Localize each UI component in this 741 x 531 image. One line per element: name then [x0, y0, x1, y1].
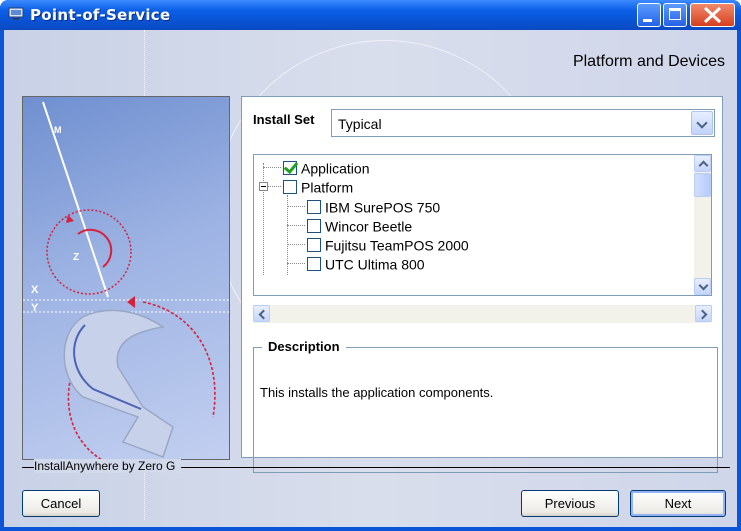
tree-item-utc-ultima[interactable]: UTC Ultima 800	[307, 255, 425, 273]
axis-label-z: Z	[73, 252, 80, 263]
install-set-label: Install Set	[253, 112, 315, 127]
wrench-illustration	[23, 101, 229, 459]
tree-item-ibm-surepos[interactable]: IBM SurePOS 750	[307, 198, 440, 216]
cancel-button[interactable]: Cancel	[22, 490, 100, 517]
tree-item-label: UTC Ultima 800	[325, 256, 425, 273]
window-title: Point-of-Service	[30, 6, 171, 24]
maximize-icon	[669, 8, 681, 20]
checkbox[interactable]	[307, 219, 321, 234]
description-box: Description This installs the applicatio…	[253, 339, 718, 473]
tree-item-fujitsu-teampos[interactable]: Fujitsu TeamPOS 2000	[307, 236, 469, 254]
chevron-down-icon	[698, 280, 709, 291]
vendor-label: InstallAnywhere by Zero G	[34, 459, 182, 473]
checkbox[interactable]	[307, 238, 321, 253]
tree-guide-line	[263, 163, 264, 275]
scroll-right-button[interactable]	[695, 305, 712, 322]
description-title: Description	[262, 339, 346, 354]
previous-button[interactable]: Previous	[521, 490, 619, 517]
next-button[interactable]: Next	[630, 490, 726, 517]
tree-item-label: IBM SurePOS 750	[325, 199, 441, 216]
install-set-dropdown[interactable]: Typical	[331, 109, 715, 137]
scroll-left-button[interactable]	[253, 305, 270, 322]
tree-vertical-scrollbar[interactable]	[694, 155, 711, 295]
scroll-down-button[interactable]	[694, 278, 711, 295]
tree-item-platform[interactable]: Platform	[283, 178, 353, 196]
chevron-down-icon[interactable]	[691, 111, 713, 135]
tree-guide-line	[287, 225, 305, 226]
side-illustration: M Z X Y	[22, 96, 230, 460]
step-title: Platform and Devices	[572, 53, 725, 70]
minimize-button[interactable]	[637, 3, 661, 27]
tree-guide-line	[287, 206, 305, 207]
tree-item-application[interactable]: Application	[283, 159, 370, 177]
description-text: This installs the application components…	[260, 385, 494, 400]
app-icon	[8, 7, 24, 20]
maximize-button[interactable]	[663, 3, 687, 27]
scroll-up-button[interactable]	[694, 155, 711, 172]
installer-body: Platform and Devices M Z X Y Install Set	[4, 30, 737, 527]
close-icon	[703, 6, 722, 24]
axis-label-y: Y	[31, 302, 39, 314]
tree-guide-line	[268, 186, 281, 187]
installer-window: Point-of-Service Platform and Devices M …	[0, 0, 741, 531]
feature-tree[interactable]: Application Platform IBM SurePOS 750 Win…	[253, 154, 712, 296]
checkbox-checked[interactable]	[283, 161, 297, 176]
collapse-icon[interactable]	[259, 182, 268, 191]
chevron-up-icon	[698, 160, 709, 171]
minimize-icon	[643, 19, 652, 22]
scroll-thumb[interactable]	[694, 173, 711, 197]
tree-item-label: Wincor Beetle	[325, 218, 413, 235]
tree-item-label: Fujitsu TeamPOS 2000	[325, 237, 469, 254]
checkbox[interactable]	[307, 257, 321, 272]
checkbox[interactable]	[283, 180, 297, 195]
install-set-value: Typical	[338, 116, 382, 132]
tree-guide-line	[263, 167, 281, 168]
title-bar[interactable]: Point-of-Service	[0, 0, 741, 30]
tree-guide-line	[287, 244, 305, 245]
tree-item-wincor-beetle[interactable]: Wincor Beetle	[307, 217, 412, 235]
chevron-left-icon	[258, 309, 269, 320]
tree-guide-line	[287, 263, 305, 264]
checkbox[interactable]	[307, 200, 321, 215]
chevron-right-icon	[697, 309, 708, 320]
tree-item-label: Application	[301, 160, 370, 177]
tree-item-label: Platform	[301, 179, 354, 196]
axis-label-m: M	[54, 125, 62, 135]
axis-label-x: X	[31, 284, 39, 296]
tree-horizontal-scrollbar[interactable]	[253, 305, 712, 323]
content-panel: Install Set Typical Application Platform…	[241, 96, 723, 473]
close-button[interactable]	[690, 3, 735, 27]
